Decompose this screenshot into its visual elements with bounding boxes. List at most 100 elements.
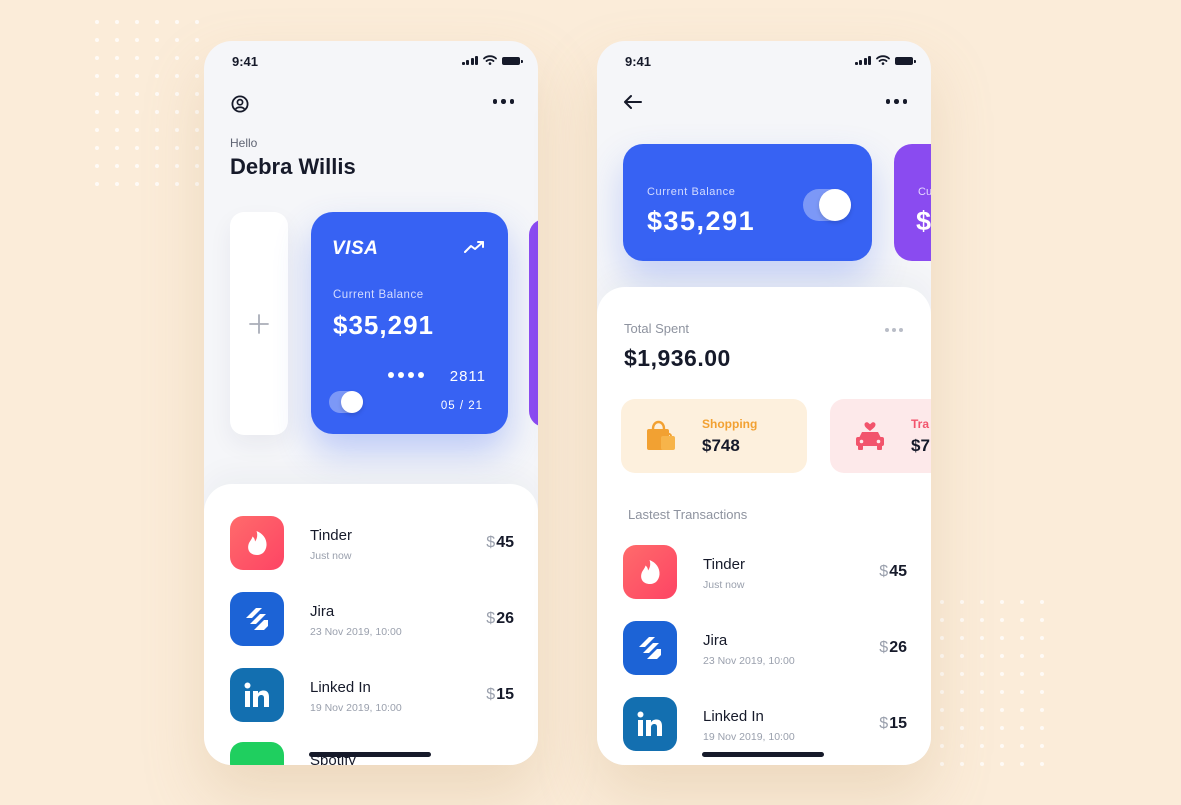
- decorative-dot: [960, 636, 964, 640]
- balance-card[interactable]: Current Balance $35,291: [623, 144, 872, 261]
- transaction-time: 23 Nov 2019, 10:00: [703, 655, 795, 667]
- decorative-dot: [155, 164, 159, 168]
- decorative-dot: [980, 672, 984, 676]
- card-expiry: 05 / 21: [440, 400, 483, 412]
- transaction-time: 19 Nov 2019, 10:00: [310, 702, 402, 714]
- total-spent-value: $1,936.00: [624, 345, 731, 371]
- trend-icon: [464, 241, 484, 253]
- tinder-icon: [230, 516, 284, 570]
- decorative-dot: [1040, 708, 1044, 712]
- more-options-icon[interactable]: [492, 99, 514, 104]
- decorative-dot: [155, 110, 159, 114]
- amount-value: 45: [496, 534, 514, 551]
- decorative-dot: [135, 20, 139, 24]
- shopping-bag-icon: [647, 420, 675, 450]
- decorative-dot: [960, 726, 964, 730]
- transaction-name: Linked In: [703, 708, 764, 725]
- transaction-name: Tinder: [310, 527, 352, 544]
- transaction-row[interactable]: Jira 23 Nov 2019, 10:00 $26: [230, 592, 514, 646]
- more-options-icon[interactable]: [885, 328, 903, 332]
- card-number-mask: [388, 372, 424, 378]
- plus-icon: [249, 313, 269, 334]
- transaction-row[interactable]: Tinder Just now $45: [623, 545, 907, 599]
- decorative-dot: [175, 146, 179, 150]
- profile-icon[interactable]: [231, 95, 249, 118]
- decorative-dot: [155, 20, 159, 24]
- transaction-name: Linked In: [310, 679, 371, 696]
- decorative-dot: [115, 38, 119, 42]
- category-shopping[interactable]: Shopping $748: [621, 399, 807, 473]
- decorative-dot: [980, 708, 984, 712]
- decorative-dot: [1020, 672, 1024, 676]
- transaction-row[interactable]: Tinder Just now $45: [230, 516, 514, 570]
- decorative-dot: [135, 38, 139, 42]
- amount-value: 45: [889, 563, 907, 580]
- decorative-dot: [940, 600, 944, 604]
- decorative-dot: [1000, 618, 1004, 622]
- decorative-dot: [115, 74, 119, 78]
- decorative-dot: [135, 182, 139, 186]
- decorative-dot: [135, 128, 139, 132]
- category-value: $748: [702, 436, 740, 455]
- decorative-dot: [980, 726, 984, 730]
- card-balance-label: Current Balance: [333, 289, 424, 301]
- decorative-dot: [1020, 762, 1024, 766]
- greeting: Hello: [230, 136, 258, 150]
- decorative-dot: [1020, 600, 1024, 604]
- decorative-dot: [95, 74, 99, 78]
- decorative-dot: [940, 762, 944, 766]
- decorative-dot: [1040, 636, 1044, 640]
- decorative-dot: [1040, 600, 1044, 604]
- transaction-name: Jira: [310, 603, 335, 620]
- decorative-dot: [135, 146, 139, 150]
- transaction-amount: $15: [879, 715, 907, 733]
- decorative-dot: [940, 690, 944, 694]
- card-toggle[interactable]: [803, 189, 851, 221]
- decorative-dot: [175, 164, 179, 168]
- next-card-peek[interactable]: Cu $: [894, 144, 931, 261]
- decorative-dot: [1020, 726, 1024, 730]
- decorative-dot: [960, 654, 964, 658]
- currency-symbol: $: [879, 715, 889, 732]
- wifi-icon: [483, 55, 497, 65]
- decorative-dot: [1000, 636, 1004, 640]
- wifi-icon: [876, 55, 890, 65]
- balance-label: Current Balance: [647, 186, 736, 198]
- transaction-name: Tinder: [703, 556, 745, 573]
- decorative-dot: [1020, 744, 1024, 748]
- decorative-dot: [135, 74, 139, 78]
- more-options-icon[interactable]: [885, 99, 907, 104]
- decorative-dot: [1000, 654, 1004, 658]
- decorative-dot: [155, 146, 159, 150]
- decorative-dot: [980, 690, 984, 694]
- transaction-row[interactable]: Linked In 19 Nov 2019, 10:00 $15: [623, 697, 907, 751]
- status-time: 9:41: [625, 54, 652, 69]
- visa-card[interactable]: VISA Current Balance $35,291 2811 05 / 2…: [311, 212, 508, 434]
- home-indicator: [702, 752, 824, 757]
- battery-icon: [895, 57, 916, 65]
- decorative-dot: [1000, 762, 1004, 766]
- decorative-dot: [195, 56, 199, 60]
- decorative-dot: [195, 110, 199, 114]
- decorative-dot: [135, 92, 139, 96]
- transaction-row[interactable]: Jira 23 Nov 2019, 10:00 $26: [623, 621, 907, 675]
- linkedin-icon: [623, 697, 677, 751]
- back-arrow-icon[interactable]: [623, 94, 643, 115]
- decorative-dot: [95, 110, 99, 114]
- transaction-amount: $15: [486, 686, 514, 704]
- phone-home-screen: 9:41 Hello Debra Willis VISA Current Bal…: [204, 41, 538, 765]
- decorative-dot: [95, 164, 99, 168]
- next-card-peek[interactable]: [529, 219, 538, 427]
- category-travel[interactable]: Tra $7: [830, 399, 931, 473]
- category-label: Tra: [911, 417, 930, 431]
- dot-pattern-bottom-right: [940, 600, 1060, 780]
- decorative-dot: [980, 636, 984, 640]
- decorative-dot: [940, 636, 944, 640]
- card-toggle[interactable]: [329, 391, 363, 413]
- add-card-button[interactable]: [230, 212, 288, 435]
- transaction-time: Just now: [703, 579, 745, 591]
- decorative-dot: [980, 600, 984, 604]
- transaction-row[interactable]: Linked In 19 Nov 2019, 10:00 $15: [230, 668, 514, 722]
- home-indicator: [309, 752, 431, 757]
- total-spent-label: Total Spent: [624, 321, 690, 336]
